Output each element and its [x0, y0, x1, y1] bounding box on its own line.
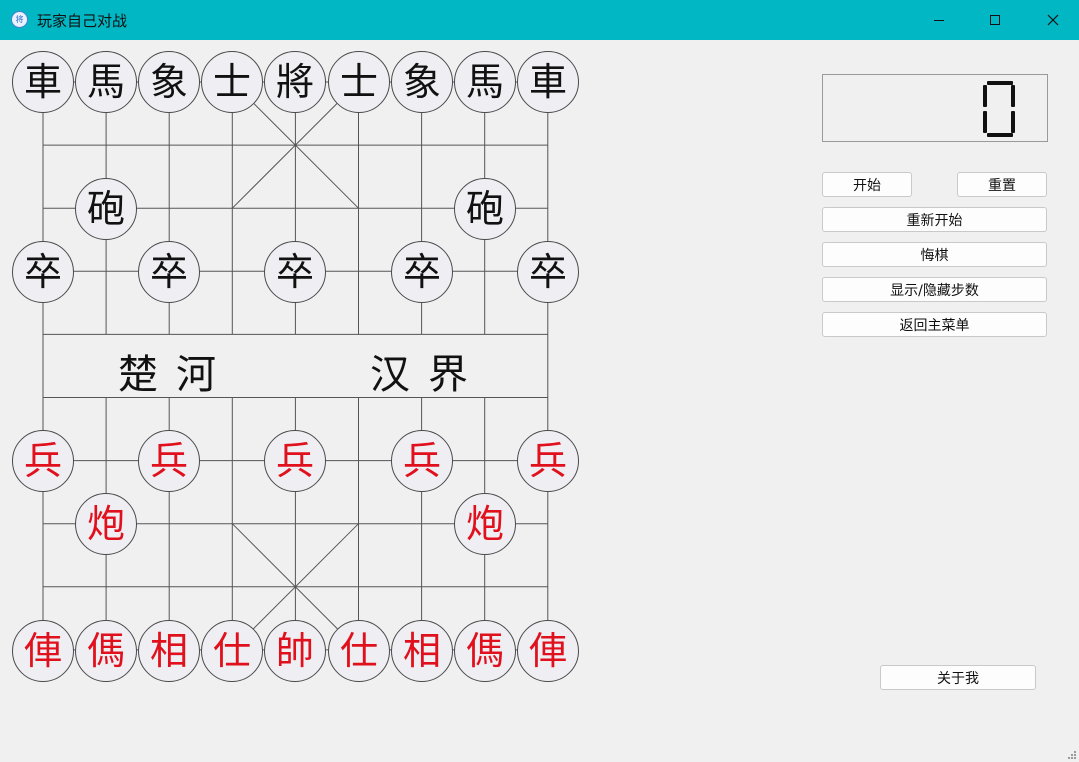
red-horse[interactable]: 傌: [75, 620, 137, 682]
black-advisor[interactable]: 士: [201, 51, 263, 113]
black-horse[interactable]: 馬: [75, 51, 137, 113]
red-advisor[interactable]: 仕: [201, 620, 263, 682]
about-button[interactable]: 关于我: [880, 665, 1036, 690]
chess-board[interactable]: 楚河 汉界 車 馬 象 士 將 士 象 馬 車 砲 砲 卒 卒 卒 卒 卒 兵 …: [0, 40, 600, 762]
close-icon: [1047, 14, 1059, 26]
black-general[interactable]: 將: [264, 51, 326, 113]
close-button[interactable]: [1024, 0, 1079, 40]
black-elephant[interactable]: 象: [391, 51, 453, 113]
red-elephant[interactable]: 相: [391, 620, 453, 682]
river-label-han-jie: 汉界: [370, 352, 486, 398]
red-chariot[interactable]: 俥: [517, 620, 579, 682]
black-soldier[interactable]: 卒: [12, 241, 74, 303]
maximize-button[interactable]: [966, 0, 1024, 40]
step-counter-display: 0: [822, 74, 1048, 142]
black-soldier[interactable]: 卒: [138, 241, 200, 303]
black-soldier[interactable]: 卒: [264, 241, 326, 303]
black-soldier[interactable]: 卒: [391, 241, 453, 303]
reset-button[interactable]: 重置: [957, 172, 1047, 197]
undo-button[interactable]: 悔棋: [822, 242, 1047, 267]
red-soldier[interactable]: 兵: [517, 430, 579, 492]
start-button[interactable]: 开始: [822, 172, 912, 197]
red-elephant[interactable]: 相: [138, 620, 200, 682]
toggle-steps-button[interactable]: 显示/隐藏步数: [822, 277, 1047, 302]
red-soldier[interactable]: 兵: [391, 430, 453, 492]
game-window: 将 玩家自己对战 楚河 汉界 車 馬 象 士 將 士 象 馬 車 砲 砲 卒 卒: [0, 0, 1079, 762]
step-counter-digit: [983, 81, 1015, 137]
app-chess-icon: 将: [11, 11, 28, 28]
red-cannon[interactable]: 炮: [454, 493, 516, 555]
black-horse[interactable]: 馬: [454, 51, 516, 113]
river-label-chu-he: 楚河: [118, 352, 234, 398]
black-cannon[interactable]: 砲: [454, 178, 516, 240]
maximize-icon: [990, 15, 1000, 25]
minimize-button[interactable]: [910, 0, 968, 40]
red-horse[interactable]: 傌: [454, 620, 516, 682]
black-cannon[interactable]: 砲: [75, 178, 137, 240]
resize-grip-icon[interactable]: [1067, 750, 1077, 760]
red-soldier[interactable]: 兵: [12, 430, 74, 492]
red-soldier[interactable]: 兵: [264, 430, 326, 492]
red-advisor[interactable]: 仕: [328, 620, 390, 682]
red-soldier[interactable]: 兵: [138, 430, 200, 492]
red-general[interactable]: 帥: [264, 620, 326, 682]
title-bar[interactable]: 将 玩家自己对战: [0, 0, 1079, 40]
restart-button[interactable]: 重新开始: [822, 207, 1047, 232]
black-soldier[interactable]: 卒: [517, 241, 579, 303]
red-chariot[interactable]: 俥: [12, 620, 74, 682]
window-title: 玩家自己对战: [37, 12, 128, 30]
black-advisor[interactable]: 士: [328, 51, 390, 113]
black-elephant[interactable]: 象: [138, 51, 200, 113]
red-cannon[interactable]: 炮: [75, 493, 137, 555]
black-chariot[interactable]: 車: [12, 51, 74, 113]
black-chariot[interactable]: 車: [517, 51, 579, 113]
minimize-icon: [934, 20, 944, 21]
back-to-menu-button[interactable]: 返回主菜单: [822, 312, 1047, 337]
